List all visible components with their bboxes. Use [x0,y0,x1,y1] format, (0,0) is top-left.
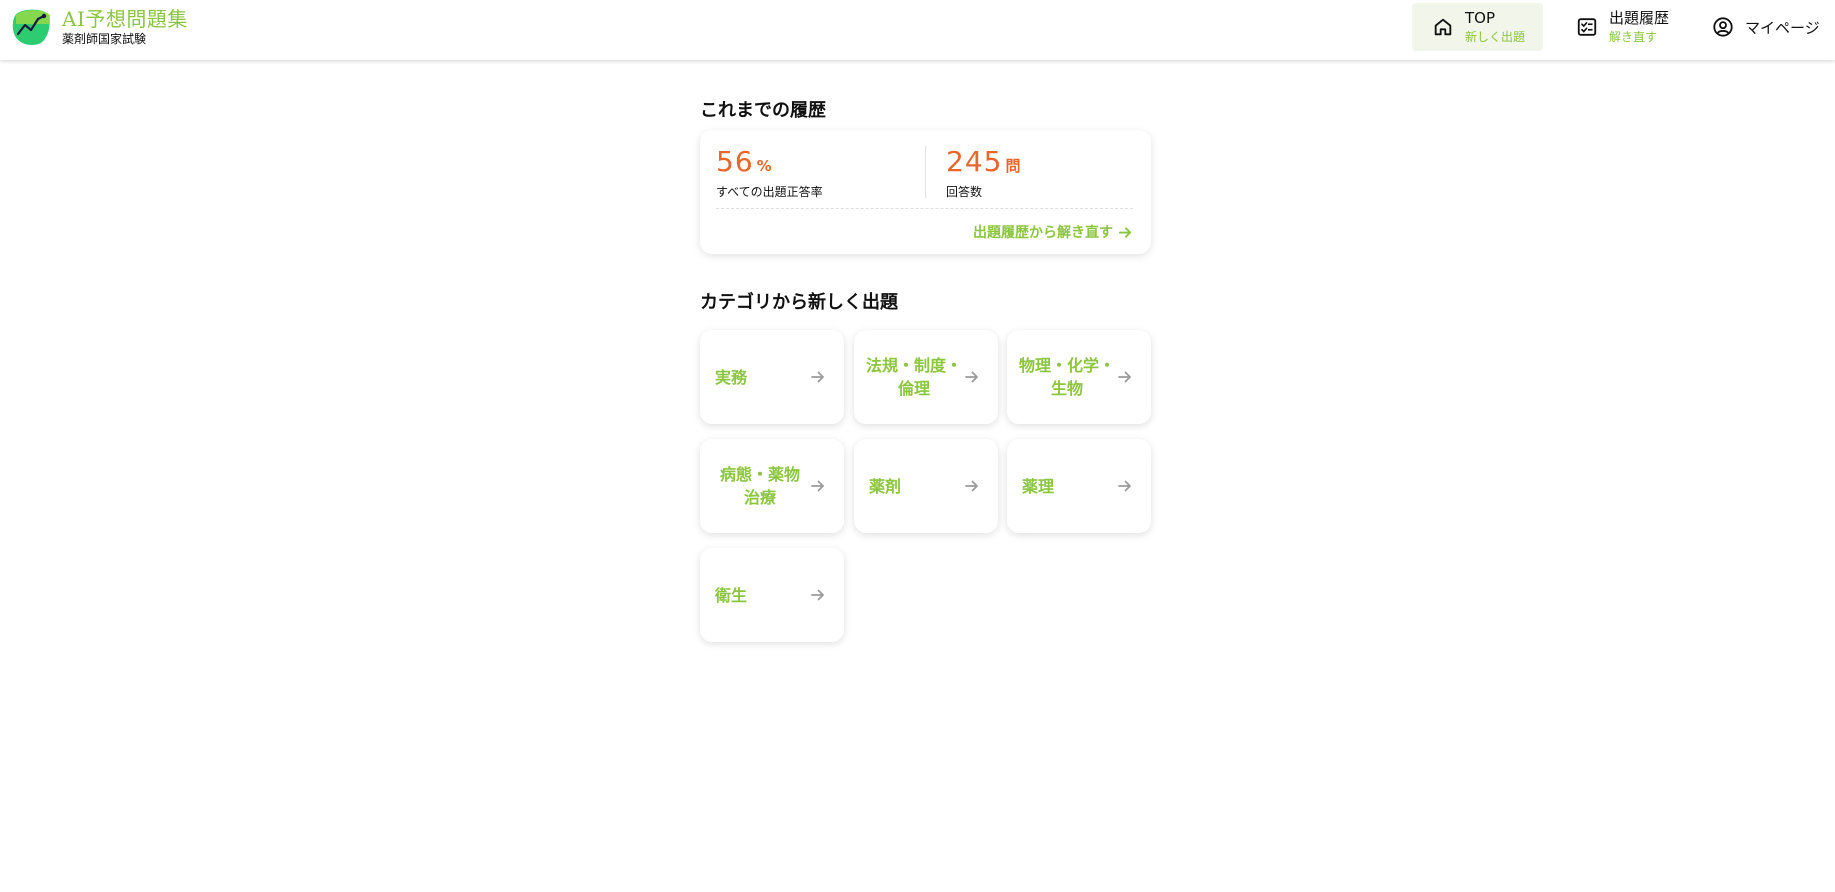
arrow-right-icon [965,371,978,383]
category-label: 法規・制度・ 倫理 [865,356,962,398]
arrow-right-icon [811,480,824,492]
category-label: 実務 [715,367,748,387]
category-card-jitsumu[interactable]: 実務 [700,330,844,424]
correct-rate-label: すべての出題正答率 [716,185,823,199]
category-grid: 実務 法規・制度・ 倫理 物理・化学・ 生物 病態・薬物 治療 薬剤 薬理 衛生 [700,330,1155,645]
retry-link-label: 出題履歴から解き直す [973,225,1113,241]
category-card-butsuri[interactable]: 物理・化学・ 生物 [1007,330,1151,424]
correct-rate-stat: 56 % すべての出題正答率 [716,146,823,200]
history-section-title: これまでの履歴 [700,100,826,121]
retry-from-history-link[interactable]: 出題履歴から解き直す [973,222,1133,242]
category-label: 衛生 [715,585,748,605]
app-subtitle: 薬剤師国家試験 [62,31,147,46]
category-card-yakuzai[interactable]: 薬剤 [854,439,998,533]
arrow-right-icon [965,480,978,492]
arrow-right-icon [811,371,824,383]
chart-leaf-logo-icon [12,9,50,45]
category-card-yakuri[interactable]: 薬理 [1007,439,1151,533]
category-card-houki[interactable]: 法規・制度・ 倫理 [854,330,998,424]
arrow-right-icon [1118,371,1131,383]
category-card-byoutai[interactable]: 病態・薬物 治療 [700,439,844,533]
category-label: 薬理 [1022,476,1055,496]
nav-top[interactable]: TOP 新しく出題 [1412,3,1543,51]
category-label: 薬剤 [869,476,902,496]
nav-top-label: TOP [1465,9,1496,27]
category-label: 物理・化学・ 生物 [1018,356,1115,398]
stat-divider [925,146,926,198]
home-icon [1434,18,1452,36]
category-label: 病態・薬物 治療 [719,465,800,507]
nav-top-sub: 新しく出題 [1465,30,1526,44]
answer-count-unit: 問 [1005,157,1021,175]
history-stats-card: 56 % すべての出題正答率 245 問 回答数 出題履歴から解き直す [700,130,1151,254]
correct-rate-value: 56 [716,145,754,178]
nav-history-sub: 解き直す [1609,30,1658,44]
category-card-eisei[interactable]: 衛生 [700,548,844,642]
answer-count-value: 245 [946,145,1003,178]
answer-count-label: 回答数 [946,185,983,199]
logo-link[interactable]: AI予想問題集 薬剤師国家試験 [10,6,188,48]
app-header: AI予想問題集 薬剤師国家試験 TOP 新しく出題 出題履歴 解き直す マイペー… [0,0,1835,60]
user-circle-icon [1713,17,1733,37]
nav-mypage[interactable]: マイページ [1701,3,1821,51]
arrow-right-icon [811,589,824,601]
nav-mypage-label: マイページ [1745,18,1820,37]
nav-history-label: 出題履歴 [1609,9,1670,27]
nav-history[interactable]: 出題履歴 解き直す [1562,3,1682,51]
correct-rate-unit: % [756,157,772,175]
category-section-title: カテゴリから新しく出題 [700,292,898,313]
checklist-icon [1577,18,1597,36]
arrow-right-icon [1118,480,1131,492]
answer-count-stat: 245 問 回答数 [946,146,1020,200]
app-title: AI予想問題集 [62,6,188,31]
card-divider [716,208,1133,209]
arrow-right-icon [1118,226,1132,238]
